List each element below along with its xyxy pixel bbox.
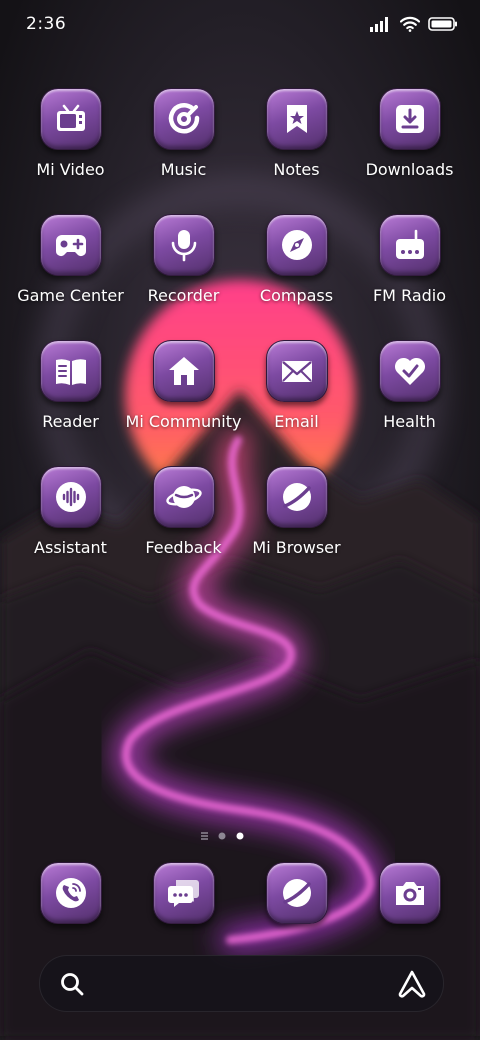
wifi-icon: [400, 16, 420, 32]
compass-icon: [282, 230, 312, 260]
app-notes[interactable]: Notes: [240, 84, 353, 194]
music-disc-icon: [168, 103, 200, 134]
voice-wave-icon: [56, 482, 86, 512]
app-icon-tile: [40, 466, 102, 528]
messages-icon: [168, 880, 199, 907]
app-mi-community[interactable]: Mi Community: [126, 336, 241, 446]
app-icon-tile: [153, 862, 215, 924]
app-reader[interactable]: Reader: [14, 336, 127, 446]
dock-phone[interactable]: [14, 858, 127, 968]
app-icon-tile: [40, 88, 102, 150]
book-icon: [56, 359, 86, 385]
home-icon: [169, 357, 199, 385]
app-fm-radio[interactable]: FM Radio: [353, 210, 466, 320]
gamepad-icon: [56, 235, 86, 256]
app-icon-tile: [266, 214, 328, 276]
browser-icon: [283, 879, 311, 907]
app-music[interactable]: Music: [127, 84, 240, 194]
app-icon-tile: [40, 862, 102, 924]
app-compass[interactable]: Compass: [240, 210, 353, 320]
app-icon-tile: [153, 88, 215, 150]
app-icon-tile: [153, 466, 215, 528]
app-label: Downloads: [365, 160, 454, 179]
page-indicator[interactable]: [200, 830, 260, 842]
clock-time: 2:36: [26, 14, 67, 34]
camera-icon: [396, 882, 424, 905]
microphone-icon: [171, 230, 197, 262]
app-icon-tile: [266, 466, 328, 528]
signal-icon: [370, 17, 388, 32]
app-icon-tile: [379, 340, 441, 402]
page-list-icon: [201, 832, 208, 840]
dock-camera[interactable]: [353, 858, 466, 968]
app-downloads[interactable]: Downloads: [353, 84, 466, 194]
app-health[interactable]: Health: [353, 336, 466, 446]
app-icon-tile: [379, 214, 441, 276]
app-assistant[interactable]: Assistant: [14, 462, 127, 572]
app-icon-tile: [40, 214, 102, 276]
app-mi-browser[interactable]: Mi Browser: [240, 462, 353, 572]
status-bar: 2:36: [0, 0, 480, 50]
app-icon-tile: [266, 88, 328, 150]
app-email[interactable]: Email: [240, 336, 353, 446]
app-recorder[interactable]: Recorder: [127, 210, 240, 320]
bookmark-star-icon: [287, 105, 307, 133]
assistant-logo-icon[interactable]: [397, 969, 427, 999]
planet-icon: [166, 486, 202, 508]
app-icon-tile: [379, 88, 441, 150]
app-icon-tile: [379, 862, 441, 924]
app-label: FM Radio: [372, 286, 447, 305]
dock: [0, 858, 480, 938]
app-icon-tile: [266, 340, 328, 402]
download-icon: [396, 105, 424, 133]
search-icon[interactable]: [58, 970, 86, 998]
envelope-icon: [282, 361, 312, 382]
browser-icon: [283, 483, 311, 511]
app-feedback[interactable]: Feedback: [127, 462, 240, 572]
app-icon-tile: [40, 340, 102, 402]
app-mi-video[interactable]: Mi Video: [14, 84, 127, 194]
battery-icon: [428, 17, 457, 31]
radio-icon: [396, 229, 424, 259]
status-icons: [370, 14, 458, 34]
heart-icon: [394, 357, 426, 385]
page-dot-inactive: [218, 832, 226, 840]
app-icon-tile: [153, 340, 215, 402]
app-icon-tile: [266, 862, 328, 924]
search-bar[interactable]: [39, 955, 444, 1012]
page-dot-active: [236, 832, 244, 840]
tv-icon: [57, 104, 85, 131]
dock-browser[interactable]: [240, 858, 353, 968]
app-label: Health: [383, 412, 436, 431]
app-icon-tile: [153, 214, 215, 276]
phone-icon: [56, 878, 86, 908]
app-game-center[interactable]: Game Center: [14, 210, 127, 320]
app-label: Mi Browser: [252, 538, 341, 557]
dock-messages[interactable]: [127, 858, 240, 968]
